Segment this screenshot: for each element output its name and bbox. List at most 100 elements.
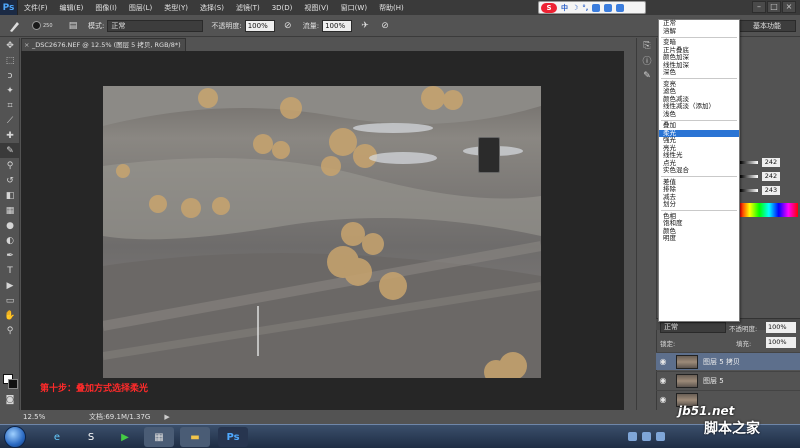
ie-icon[interactable]: e [42,427,72,447]
status-menu-arrow-icon[interactable]: ▶ [164,413,169,421]
menu-help[interactable]: 帮助(H) [373,3,410,13]
background-color-swatch[interactable] [8,379,18,389]
green-value[interactable]: 242 [762,172,780,181]
history-brush-tool-icon[interactable]: ↺ [0,173,20,188]
sogou-taskbar-icon[interactable]: S [76,427,106,447]
green-slider[interactable] [740,175,758,178]
healing-brush-tool-icon[interactable]: ✚ [0,128,20,143]
visibility-eye-icon[interactable]: ◉ [656,357,670,366]
menu-type[interactable]: 类型(Y) [158,3,194,13]
status-bar: 12.5% 文档:69.1M/1.37G ▶ [21,410,624,424]
menu-filter[interactable]: 滤镜(T) [230,3,266,13]
quick-mask-icon[interactable]: ◙ [0,392,20,407]
close-button[interactable]: × [782,1,796,13]
layer-blend-mode-select[interactable]: 正常 [660,322,726,333]
eyedropper-tool-icon[interactable]: ⟋ [0,113,20,128]
layer-name[interactable]: 图层 5 拷贝 [703,357,740,367]
menu-layer[interactable]: 图层(L) [123,3,158,13]
tray-flag-icon[interactable] [656,432,665,441]
flow-input[interactable]: 100% [322,19,353,32]
ime-settings-icon[interactable] [616,3,625,12]
ime-keyboard-icon[interactable] [592,3,601,12]
blue-channel[interactable]: 243 [740,186,798,195]
visibility-eye-icon[interactable]: ◉ [656,376,670,385]
close-document-icon[interactable]: × [24,39,29,51]
menu-select[interactable]: 选择(S) [194,3,230,13]
menu-image[interactable]: 图像(I) [89,3,123,13]
tray-network-icon[interactable] [628,432,637,441]
brush-panel-toggle-icon[interactable]: ▤ [66,19,80,33]
folder-icon[interactable]: ▬ [180,427,210,447]
airbrush-icon[interactable]: ✈ [358,19,372,33]
hand-tool-icon[interactable]: ✋ [0,308,20,323]
gradient-tool-icon[interactable]: ▦ [0,203,20,218]
photoshop-taskbar-icon[interactable]: Ps [218,427,248,447]
menu-divider [661,210,737,211]
document-tab[interactable]: × _DSC2676.NEF @ 12.5% (图层 5 拷贝, RGB/8*) [21,38,186,51]
media-player-icon[interactable]: ▶ [110,427,140,447]
zoom-tool-icon[interactable]: ⚲ [0,323,20,338]
properties-panel-icon[interactable]: ⓘ [637,53,657,68]
blend-option[interactable]: 浅色 [659,110,739,119]
crop-tool-icon[interactable]: ⌗ [0,98,20,113]
minimize-button[interactable]: – [752,1,766,13]
blend-option[interactable]: 划分 [659,200,739,209]
red-channel[interactable]: 242 [740,158,798,167]
menu-file[interactable]: 文件(F) [18,3,54,13]
magic-wand-tool-icon[interactable]: ✦ [0,83,20,98]
clone-stamp-tool-icon[interactable]: ⚲ [0,158,20,173]
marquee-tool-icon[interactable]: ⬚ [0,53,20,68]
menu-3d[interactable]: 3D(D) [266,4,299,12]
eraser-tool-icon[interactable]: ◧ [0,188,20,203]
blend-option[interactable]: 溶解 [659,27,739,36]
workspace-select[interactable]: 基本功能 [738,20,796,32]
pressure-opacity-icon[interactable]: ⊘ [281,19,295,33]
shape-tool-icon[interactable]: ▭ [0,293,20,308]
brush-tool-icon[interactable]: ✎ [0,143,20,158]
menu-window[interactable]: 窗口(W) [335,3,373,13]
dodge-tool-icon[interactable]: ◐ [0,233,20,248]
path-selection-tool-icon[interactable]: ▶ [0,278,20,293]
opacity-input[interactable]: 100% [244,19,275,32]
start-button[interactable] [4,426,26,448]
blend-option[interactable]: 深色 [659,68,739,77]
brush-panel-icon[interactable]: ✎ [637,68,657,83]
film-app-icon[interactable]: ▦ [144,427,174,447]
mode-select[interactable]: 正常 [107,19,204,32]
move-tool-icon[interactable]: ✥ [0,38,20,53]
photo-canvas[interactable] [103,86,541,378]
blend-option[interactable]: 明度 [659,234,739,243]
red-slider[interactable] [740,161,758,164]
layer-row[interactable]: ◉ 图层 5 拷贝 [656,352,800,370]
history-panel-icon[interactable]: ⎘ [637,38,657,53]
blue-value[interactable]: 243 [762,186,780,195]
red-value[interactable]: 242 [762,158,780,167]
pressure-size-icon[interactable]: ⊘ [378,19,392,33]
zoom-level[interactable]: 12.5% [23,413,59,421]
layer-opacity-input[interactable]: 100% [766,322,796,333]
ime-toolbar[interactable]: S 中 ☽ °, [538,1,646,14]
layer-name[interactable]: 图层 5 [703,376,724,386]
ime-punct-icon[interactable]: °, [582,4,588,12]
layer-row[interactable]: ◉ 图层 5 [656,371,800,389]
ime-moon-icon[interactable]: ☽ [572,4,578,12]
blur-tool-icon[interactable]: ● [0,218,20,233]
blend-option[interactable]: 实色混合 [659,166,739,175]
brush-tool-preset-icon[interactable] [4,17,26,35]
pen-tool-icon[interactable]: ✒ [0,248,20,263]
brush-size-picker[interactable]: 250 [32,18,60,34]
tray-volume-icon[interactable] [642,432,651,441]
ime-user-icon[interactable] [604,3,613,12]
blue-slider[interactable] [740,189,758,192]
maximize-button[interactable]: □ [767,1,781,13]
type-tool-icon[interactable]: T [0,263,20,278]
fill-input[interactable]: 100% [766,337,796,348]
menu-edit[interactable]: 编辑(E) [54,3,90,13]
lasso-tool-icon[interactable]: ↄ [0,68,20,83]
blend-mode-dropdown[interactable]: 正常 溶解 变暗 正片叠底 颜色加深 线性加深 深色 变亮 滤色 颜色减淡 线性… [658,19,740,322]
ime-chinese-mode[interactable]: 中 [561,3,568,13]
menu-view[interactable]: 视图(V) [298,3,334,13]
color-spectrum[interactable] [740,203,798,217]
green-channel[interactable]: 242 [740,172,798,181]
visibility-eye-icon[interactable]: ◉ [656,395,670,404]
